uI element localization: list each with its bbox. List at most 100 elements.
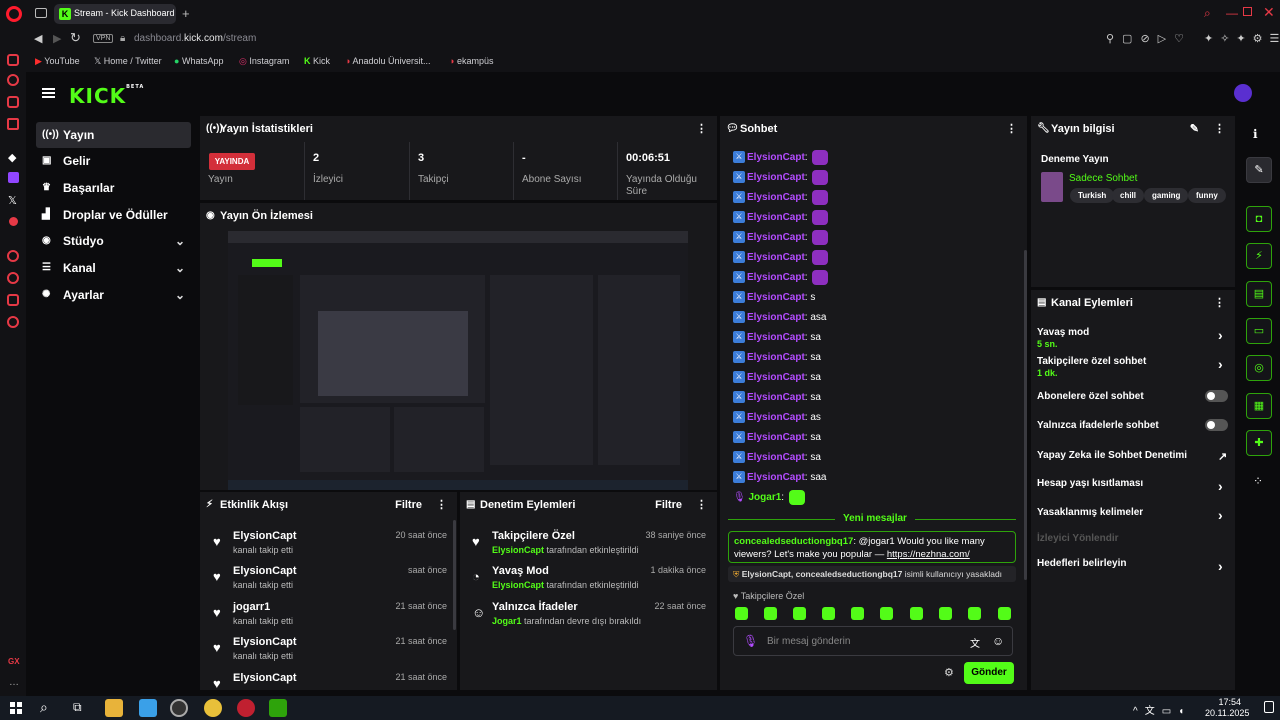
slow-mode-action[interactable]: Yavaş mod 5 sn. › [1037, 327, 1223, 349]
bookmark-ekampus[interactable]: ◑ ekampüs [449, 56, 493, 66]
banned-words-action[interactable]: Yasaklanmış kelimeler › [1037, 507, 1223, 523]
music-icon[interactable] [7, 250, 19, 262]
sidebar-app-icon[interactable] [9, 217, 18, 226]
bookmark-whatsapp[interactable]: ● WhatsApp [174, 56, 223, 66]
chat-input[interactable]: 🎙︎ Bir mesaj gönderin 文 ☺ [733, 626, 1013, 656]
more-options-icon[interactable]: ⋮ [1006, 116, 1017, 142]
minimize-icon[interactable]: — [1226, 6, 1238, 20]
file-explorer-icon[interactable] [105, 699, 123, 717]
x-icon[interactable]: 𝕏 [8, 194, 17, 207]
info-icon[interactable]: ℹ︎ [1253, 127, 1258, 141]
sidebar-kick-icon[interactable]: ◆ [8, 151, 16, 164]
reload-icon[interactable]: ↻ [70, 30, 81, 46]
url-text[interactable]: dashboard.kick.com/stream [134, 33, 256, 44]
avatar[interactable] [1234, 84, 1252, 102]
emote-picker-item[interactable] [910, 607, 923, 620]
sidebar-app-icon[interactable] [7, 294, 19, 306]
emote-picker-item[interactable] [735, 607, 748, 620]
more-options-icon[interactable]: ⋮ [696, 492, 707, 518]
back-icon[interactable]: ◀ [34, 32, 42, 45]
layout-icon[interactable]: ▦ [1246, 393, 1272, 419]
edit-icon[interactable]: ✎ [1246, 157, 1272, 183]
nav-item-studyo[interactable]: ◉ Stüdyo ⌄ [36, 228, 191, 254]
sidebar-app-icon[interactable] [7, 74, 19, 86]
emote-only-toggle[interactable] [1205, 419, 1228, 431]
chat-link[interactable]: https://nezhna.com/ [887, 549, 970, 560]
filter-button[interactable]: Filtre [395, 492, 422, 518]
opera-gx-icon[interactable] [237, 699, 255, 717]
bookmark-anadolu[interactable]: ◑ Anadolu Üniversit... [345, 56, 431, 66]
followers-only-action[interactable]: Takipçilere özel sohbet 1 dk. › [1037, 356, 1223, 378]
tag[interactable]: funny [1188, 188, 1226, 203]
category-link[interactable]: Sadece Sohbet [1069, 173, 1137, 184]
settings-icon[interactable] [7, 316, 19, 328]
wrench-icon[interactable]: ✚ [1246, 430, 1272, 456]
system-tray-icons[interactable]: ^文▭◖ [1133, 702, 1191, 717]
account-age-action[interactable]: Hesap yaşı kısıtlaması › [1037, 478, 1223, 494]
obs-icon[interactable] [170, 699, 188, 717]
lightning-icon[interactable]: ⚡︎ [1246, 243, 1272, 269]
focus-icon[interactable]: ◘ [1246, 206, 1272, 232]
subscribers-only-toggle[interactable] [1205, 390, 1228, 402]
task-view-icon[interactable]: ⧉ [73, 700, 82, 715]
search-icon[interactable]: ⌕ [40, 699, 48, 716]
clock-icon[interactable] [7, 272, 19, 284]
extension-icons[interactable]: ✦✧✦⚙☰ [1204, 32, 1280, 45]
settings-icon[interactable]: ⚙ [944, 666, 954, 679]
close-icon[interactable]: ✕ [1263, 4, 1275, 21]
goals-action[interactable]: Hedefleri belirleyin › [1037, 558, 1223, 574]
search-icon[interactable]: ⌕ [1204, 6, 1211, 21]
nav-item-gelir[interactable]: ▣ Gelir [36, 148, 191, 174]
ai-moderation-action[interactable]: Yapay Zeka ile Sohbet Denetimi ↗ [1037, 450, 1227, 463]
windows-start-icon[interactable] [10, 702, 22, 714]
bookmark-kick[interactable]: K Kick [304, 56, 330, 66]
tab-switch-icon[interactable] [35, 8, 47, 18]
nav-item-basarilar[interactable]: ♛ Başarılar [36, 175, 191, 201]
emote-picker-item[interactable] [793, 607, 806, 620]
edit-icon[interactable]: ✎ [1190, 116, 1199, 142]
emote-picker-item[interactable] [880, 607, 893, 620]
gx-icon[interactable]: GX [8, 657, 20, 666]
tag[interactable]: Turkish [1070, 188, 1115, 203]
stream-preview-video[interactable] [228, 231, 688, 490]
nav-item-yayin[interactable]: ((•)) Yayın [36, 122, 191, 148]
forward-icon[interactable]: ▶ [53, 32, 61, 45]
mic-icon[interactable]: 🎙︎ [743, 634, 758, 648]
nav-item-ayarlar[interactable]: ✺ Ayarlar ⌄ [36, 282, 191, 308]
translate-icon[interactable]: 文 [970, 635, 980, 650]
tag[interactable]: gaming [1144, 188, 1189, 203]
emote-picker-item[interactable] [764, 607, 777, 620]
sidebar-app-icon[interactable] [7, 96, 19, 108]
clock[interactable]: 17:54 20.11.2025 [1205, 697, 1249, 719]
kick-logo[interactable]: KICKBETA [69, 84, 144, 108]
app-icon[interactable] [269, 699, 287, 717]
opera-logo-icon[interactable] [6, 6, 22, 22]
emote-picker-item[interactable] [998, 607, 1011, 620]
bookmark-youtube[interactable]: ▶ YouTube [35, 56, 80, 67]
more-options-icon[interactable]: ⋮ [1214, 116, 1225, 142]
broadcast-icon[interactable]: ◎ [1246, 355, 1272, 381]
app-icon[interactable] [204, 699, 222, 717]
emote-picker-item[interactable] [851, 607, 864, 620]
document-icon[interactable]: ▤ [1246, 281, 1272, 307]
emote-picker-item[interactable] [939, 607, 952, 620]
emoji-icon[interactable]: ☺ [992, 634, 1004, 648]
vpn-badge[interactable]: VPN [93, 34, 114, 43]
app-icon[interactable] [139, 699, 157, 717]
hamburger-menu-icon[interactable] [42, 88, 55, 98]
send-button[interactable]: Gönder [964, 662, 1014, 684]
bookmark-instagram[interactable]: ◎ Instagram [239, 56, 289, 67]
chat-scrollbar[interactable] [1024, 250, 1027, 580]
maximize-icon[interactable] [1243, 7, 1252, 16]
notification-icon[interactable] [1264, 701, 1274, 713]
nav-item-kanal[interactable]: ☰ Kanal ⌄ [36, 255, 191, 281]
browser-toolbar-icons[interactable]: ⚲▢⊘▷♡ [1106, 32, 1192, 45]
sidebar-app-icon[interactable] [7, 118, 19, 130]
activity-scrollbar[interactable] [453, 520, 456, 630]
more-options-icon[interactable]: ⋮ [1214, 290, 1225, 316]
nav-item-droplar[interactable]: ▟ Droplar ve Ödüller [36, 202, 191, 228]
chat-icon[interactable]: ▭ [1246, 318, 1272, 344]
more-icon[interactable]: … [9, 677, 19, 688]
more-options-icon[interactable]: ⋮ [436, 492, 447, 518]
bookmark-twitter[interactable]: 𝕏 Home / Twitter [94, 56, 162, 67]
